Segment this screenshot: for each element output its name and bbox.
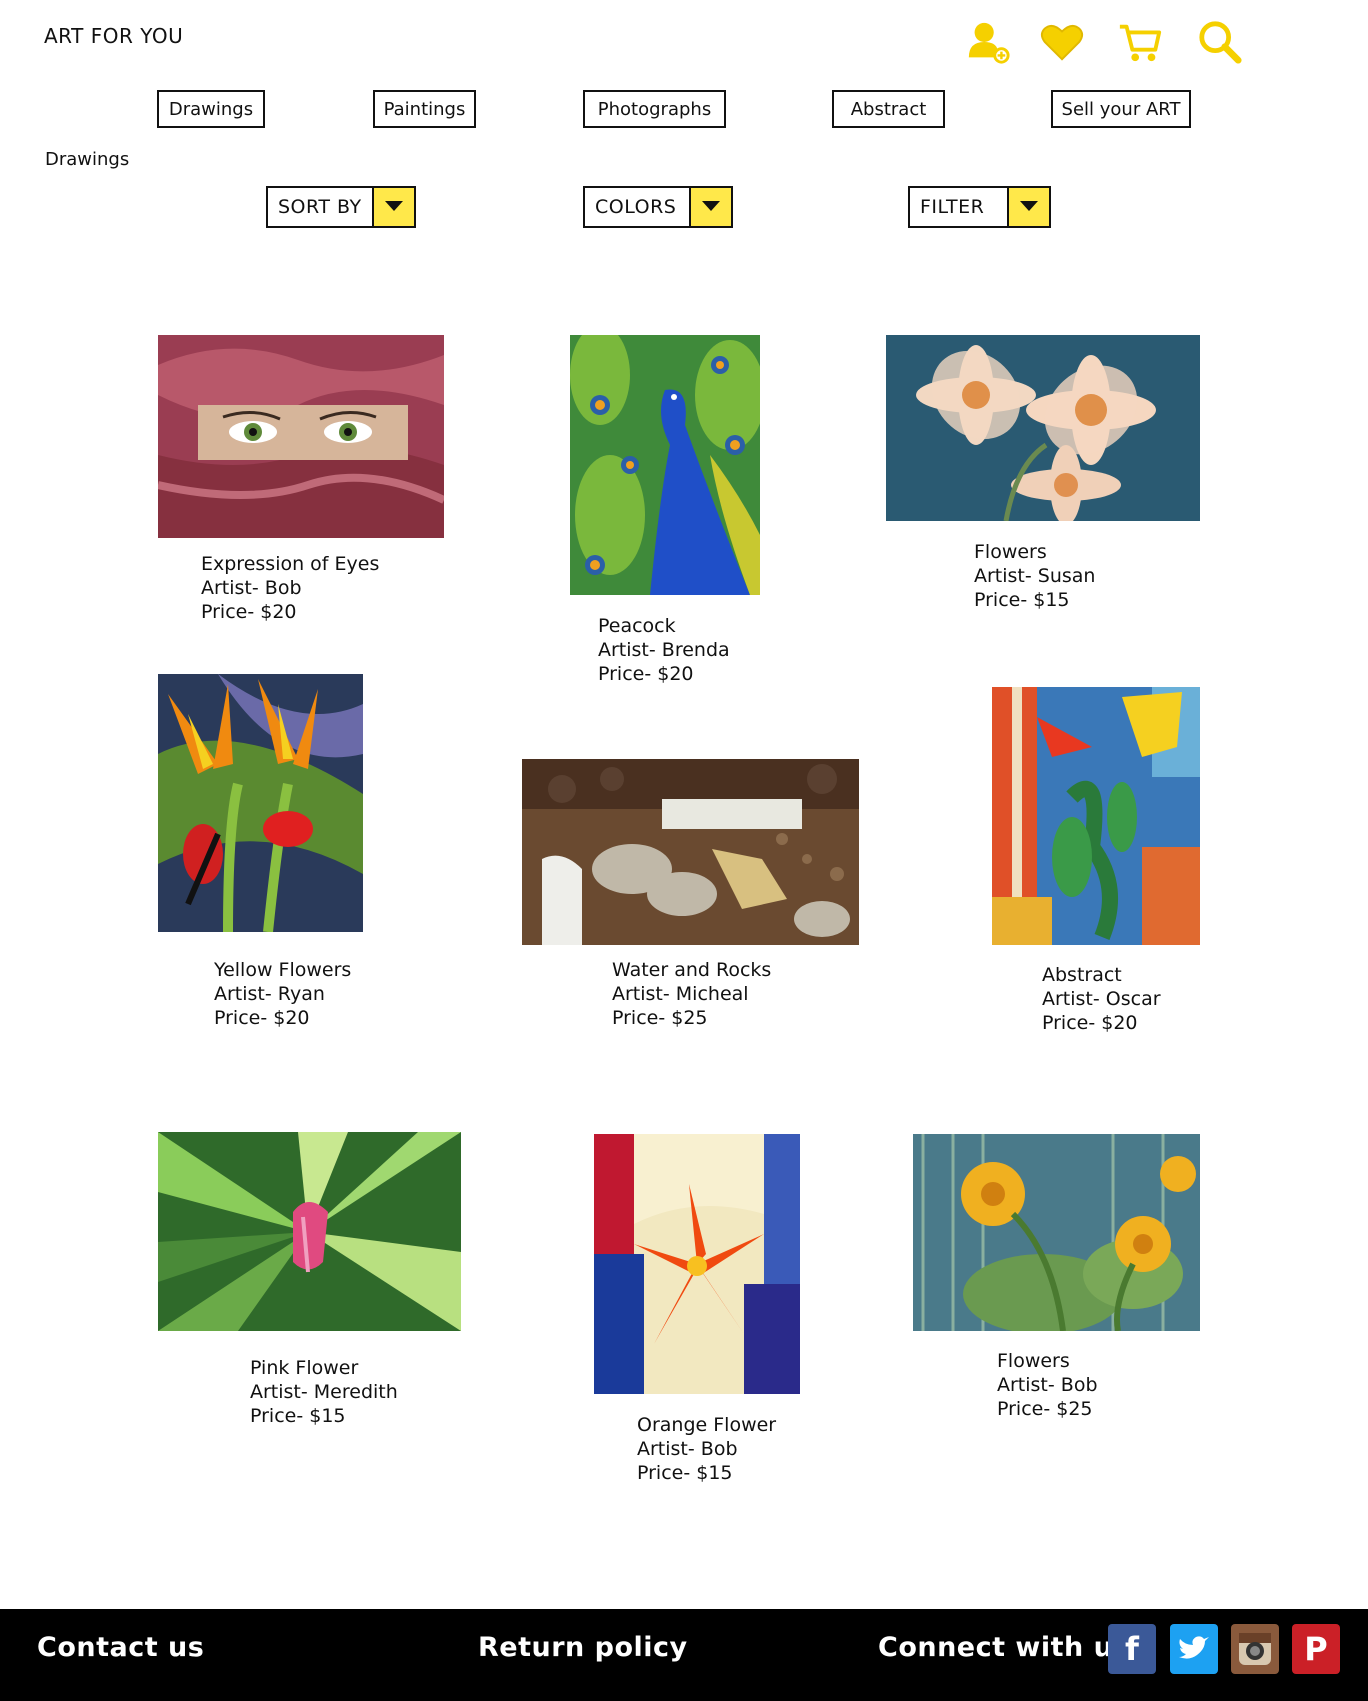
artwork-artist: Artist- Ryan xyxy=(214,983,325,1005)
artwork-price: Price- $20 xyxy=(1042,1012,1138,1034)
artwork-caption: Pink Flower Artist- Meredith Price- $15 xyxy=(250,1356,398,1428)
nav-photographs-button[interactable]: Photographs xyxy=(583,90,726,128)
site-title[interactable]: ART FOR YOU xyxy=(44,24,183,48)
facebook-icon[interactable]: f xyxy=(1108,1624,1156,1674)
artwork-title[interactable]: Abstract xyxy=(1042,963,1161,987)
return-policy-link[interactable]: Return policy xyxy=(478,1632,688,1663)
artwork-image-eyes[interactable] xyxy=(158,335,444,538)
artwork-price: Price- $25 xyxy=(612,1007,708,1029)
chevron-down-icon[interactable] xyxy=(689,188,731,226)
nav-drawings-button[interactable]: Drawings xyxy=(157,90,265,128)
artwork-image-peacock[interactable] xyxy=(570,335,760,595)
filter-dropdown[interactable]: FILTER xyxy=(908,186,1051,228)
artwork-artist: Artist- Bob xyxy=(997,1374,1098,1396)
chevron-down-icon[interactable] xyxy=(1007,188,1049,226)
artwork-caption: Yellow Flowers Artist- Ryan Price- $20 xyxy=(214,958,351,1030)
twitter-icon[interactable] xyxy=(1170,1624,1218,1674)
instagram-icon[interactable] xyxy=(1231,1624,1279,1674)
artwork-price: Price- $15 xyxy=(250,1405,346,1427)
cart-icon[interactable] xyxy=(1114,16,1166,68)
artwork-image-yellow-flowers[interactable] xyxy=(158,674,363,932)
artwork-price: Price- $20 xyxy=(598,663,694,685)
filter-label: FILTER xyxy=(920,196,985,218)
artwork-title[interactable]: Water and Rocks xyxy=(612,958,771,982)
artwork-image-water-rocks[interactable] xyxy=(522,759,859,945)
artwork-caption: Abstract Artist- Oscar Price- $20 xyxy=(1042,963,1161,1035)
artwork-image-sunflowers[interactable] xyxy=(913,1134,1200,1331)
artwork-caption: Peacock Artist- Brenda Price- $20 xyxy=(598,614,730,686)
contact-us-link[interactable]: Contact us xyxy=(37,1632,204,1663)
artwork-caption: Flowers Artist- Susan Price- $15 xyxy=(974,540,1095,612)
artwork-price: Price- $25 xyxy=(997,1398,1093,1420)
artwork-artist: Artist- Bob xyxy=(637,1438,738,1460)
artwork-title[interactable]: Flowers xyxy=(997,1349,1098,1373)
artwork-artist: Artist- Oscar xyxy=(1042,988,1161,1010)
artwork-artist: Artist- Brenda xyxy=(598,639,730,661)
artwork-title[interactable]: Yellow Flowers xyxy=(214,958,351,982)
artwork-artist: Artist- Susan xyxy=(974,565,1096,587)
artwork-artist: Artist- Micheal xyxy=(612,983,749,1005)
colors-label: COLORS xyxy=(595,196,677,218)
artwork-image-abstract[interactable] xyxy=(992,687,1200,945)
nav-abstract-button[interactable]: Abstract xyxy=(832,90,945,128)
add-user-icon[interactable] xyxy=(962,16,1014,68)
artwork-image-orange-flower[interactable] xyxy=(594,1134,800,1394)
search-icon[interactable] xyxy=(1194,16,1246,68)
colors-dropdown[interactable]: COLORS xyxy=(583,186,733,228)
artwork-caption: Orange Flower Artist- Bob Price- $15 xyxy=(637,1413,776,1485)
sell-art-button[interactable]: Sell your ART xyxy=(1051,90,1191,128)
artwork-price: Price- $20 xyxy=(201,601,297,623)
chevron-down-icon[interactable] xyxy=(372,188,414,226)
sort-by-label: SORT BY xyxy=(278,196,362,218)
artwork-title[interactable]: Peacock xyxy=(598,614,730,638)
artwork-image-flowers[interactable] xyxy=(886,335,1200,521)
artwork-caption: Expression of Eyes Artist- Bob Price- $2… xyxy=(201,552,379,624)
artwork-caption: Flowers Artist- Bob Price- $25 xyxy=(997,1349,1098,1421)
artwork-price: Price- $20 xyxy=(214,1007,310,1029)
artwork-caption: Water and Rocks Artist- Micheal Price- $… xyxy=(612,958,771,1030)
artwork-title[interactable]: Expression of Eyes xyxy=(201,552,379,576)
artwork-image-pink-flower[interactable] xyxy=(158,1132,461,1331)
sort-by-dropdown[interactable]: SORT BY xyxy=(266,186,416,228)
heart-icon[interactable] xyxy=(1036,16,1088,68)
pinterest-icon[interactable]: P xyxy=(1292,1624,1340,1674)
nav-paintings-button[interactable]: Paintings xyxy=(373,90,476,128)
artwork-artist: Artist- Bob xyxy=(201,577,302,599)
artwork-title[interactable]: Pink Flower xyxy=(250,1356,398,1380)
artwork-title[interactable]: Flowers xyxy=(974,540,1095,564)
artwork-artist: Artist- Meredith xyxy=(250,1381,398,1403)
artwork-price: Price- $15 xyxy=(974,589,1070,611)
section-title: Drawings xyxy=(45,149,130,170)
artwork-price: Price- $15 xyxy=(637,1462,733,1484)
artwork-title[interactable]: Orange Flower xyxy=(637,1413,776,1437)
